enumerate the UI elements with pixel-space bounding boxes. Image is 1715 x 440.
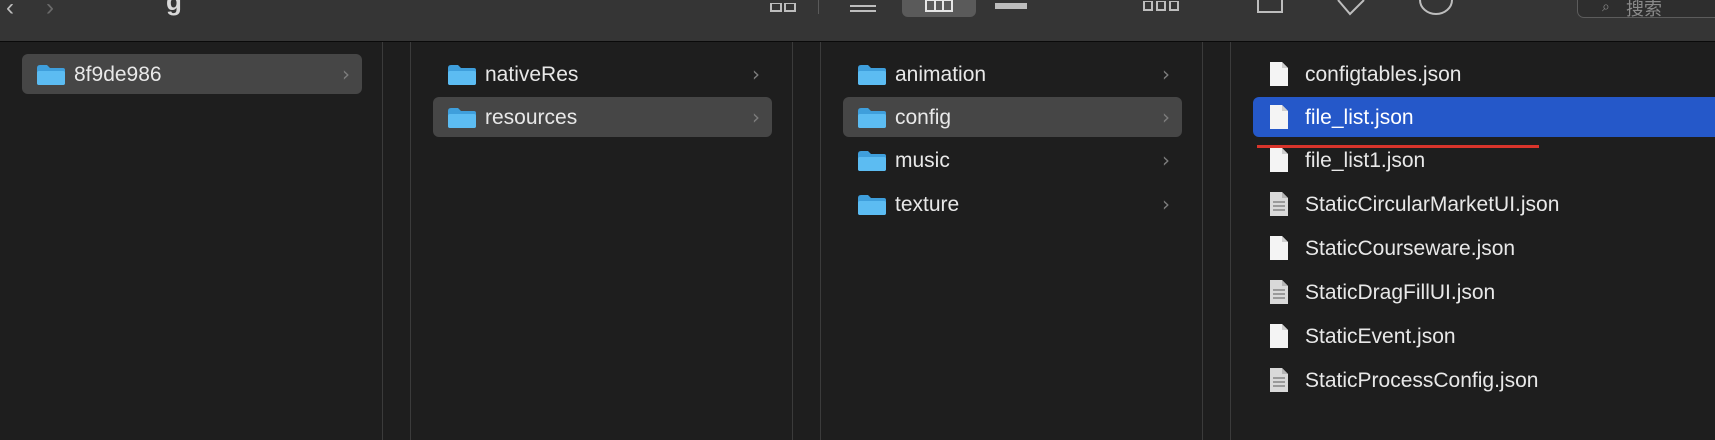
document-icon [1270, 105, 1288, 129]
folder-icon [858, 65, 886, 85]
file-row[interactable]: StaticEvent.json [1253, 316, 1715, 356]
column-3[interactable]: animation › config › music › texture › [821, 42, 1202, 440]
search-field[interactable]: ⌕ 搜索 [1577, 0, 1715, 20]
folder-label: resources [485, 106, 578, 129]
column-divider[interactable] [382, 42, 383, 440]
folder-label: config [895, 106, 952, 129]
back-button[interactable]: ‹ [6, 0, 14, 22]
folder-icon [448, 108, 476, 128]
folder-row[interactable]: resources › [433, 97, 772, 137]
search-icon: ⌕ [1602, 0, 1610, 15]
document-icon [1270, 62, 1288, 86]
gallery-view-icon[interactable] [995, 0, 1027, 10]
folder-row[interactable]: music › [843, 140, 1182, 180]
search-placeholder: 搜索 [1626, 0, 1662, 20]
file-label: StaticEvent.json [1305, 325, 1456, 348]
list-view-icon[interactable] [850, 0, 876, 12]
toolbar-separator [818, 0, 819, 14]
forward-button[interactable]: › [46, 0, 54, 22]
document-icon [1270, 280, 1288, 304]
folder-label: animation [895, 63, 987, 86]
chevron-right-icon: › [1162, 105, 1170, 129]
folder-row[interactable]: 8f9de986 › [22, 54, 362, 94]
column-2[interactable]: nativeRes › resources › [411, 42, 792, 440]
document-icon [1270, 236, 1288, 260]
column-view-button[interactable] [902, 0, 976, 17]
file-label: StaticDragFillUI.json [1305, 281, 1496, 304]
chevron-right-icon: › [752, 62, 760, 86]
file-row[interactable]: configtables.json [1253, 54, 1715, 94]
share-icon[interactable] [1256, 0, 1284, 16]
document-icon [1270, 148, 1288, 172]
chevron-right-icon: › [752, 105, 760, 129]
column-divider[interactable] [792, 42, 793, 440]
window-title: g [166, 0, 182, 16]
finder-toolbar: ‹ › g ⌕ 搜索 [0, 0, 1715, 42]
document-icon [1270, 324, 1288, 348]
file-label: configtables.json [1305, 63, 1462, 86]
folder-label: nativeRes [485, 63, 579, 86]
file-label: StaticProcessConfig.json [1305, 369, 1539, 392]
red-annotation-underline [1257, 145, 1539, 148]
chevron-right-icon: › [1162, 62, 1170, 86]
file-row[interactable]: StaticProcessConfig.json [1253, 360, 1715, 400]
chevron-right-icon: › [342, 62, 350, 86]
folder-icon [37, 65, 65, 85]
icon-view-icon[interactable] [770, 0, 796, 12]
folder-label: texture [895, 193, 960, 216]
folder-row[interactable]: animation › [843, 54, 1182, 94]
chevron-right-icon: › [1162, 148, 1170, 172]
folder-label: music [895, 149, 950, 172]
document-icon [1270, 192, 1288, 216]
column-browser: 8f9de986 › nativeRes › resources › anima… [0, 42, 1715, 440]
file-label: StaticCircularMarketUI.json [1305, 193, 1560, 216]
folder-row[interactable]: config › [843, 97, 1182, 137]
tag-icon[interactable] [1336, 0, 1366, 18]
column-divider[interactable] [1202, 42, 1203, 440]
folder-icon [858, 195, 886, 215]
column-4[interactable]: configtables.json file_list.json file_li… [1231, 42, 1715, 440]
folder-row[interactable]: nativeRes › [433, 54, 772, 94]
folder-label: 8f9de986 [74, 63, 162, 86]
folder-icon [858, 151, 886, 171]
folder-icon [448, 65, 476, 85]
folder-icon [858, 108, 886, 128]
file-label: file_list1.json [1305, 149, 1426, 172]
file-label: file_list.json [1305, 106, 1414, 129]
action-menu-icon[interactable] [1418, 0, 1454, 16]
file-label: StaticCourseware.json [1305, 237, 1516, 260]
file-row[interactable]: file_list.json [1253, 97, 1715, 137]
column-1[interactable]: 8f9de986 › [0, 42, 382, 440]
group-by-icon[interactable] [1142, 0, 1182, 12]
folder-row[interactable]: texture › [843, 184, 1182, 224]
file-row[interactable]: StaticCourseware.json [1253, 228, 1715, 268]
file-row[interactable]: StaticDragFillUI.json [1253, 272, 1715, 312]
file-row[interactable]: StaticCircularMarketUI.json [1253, 184, 1715, 224]
document-icon [1270, 368, 1288, 392]
chevron-right-icon: › [1162, 192, 1170, 216]
